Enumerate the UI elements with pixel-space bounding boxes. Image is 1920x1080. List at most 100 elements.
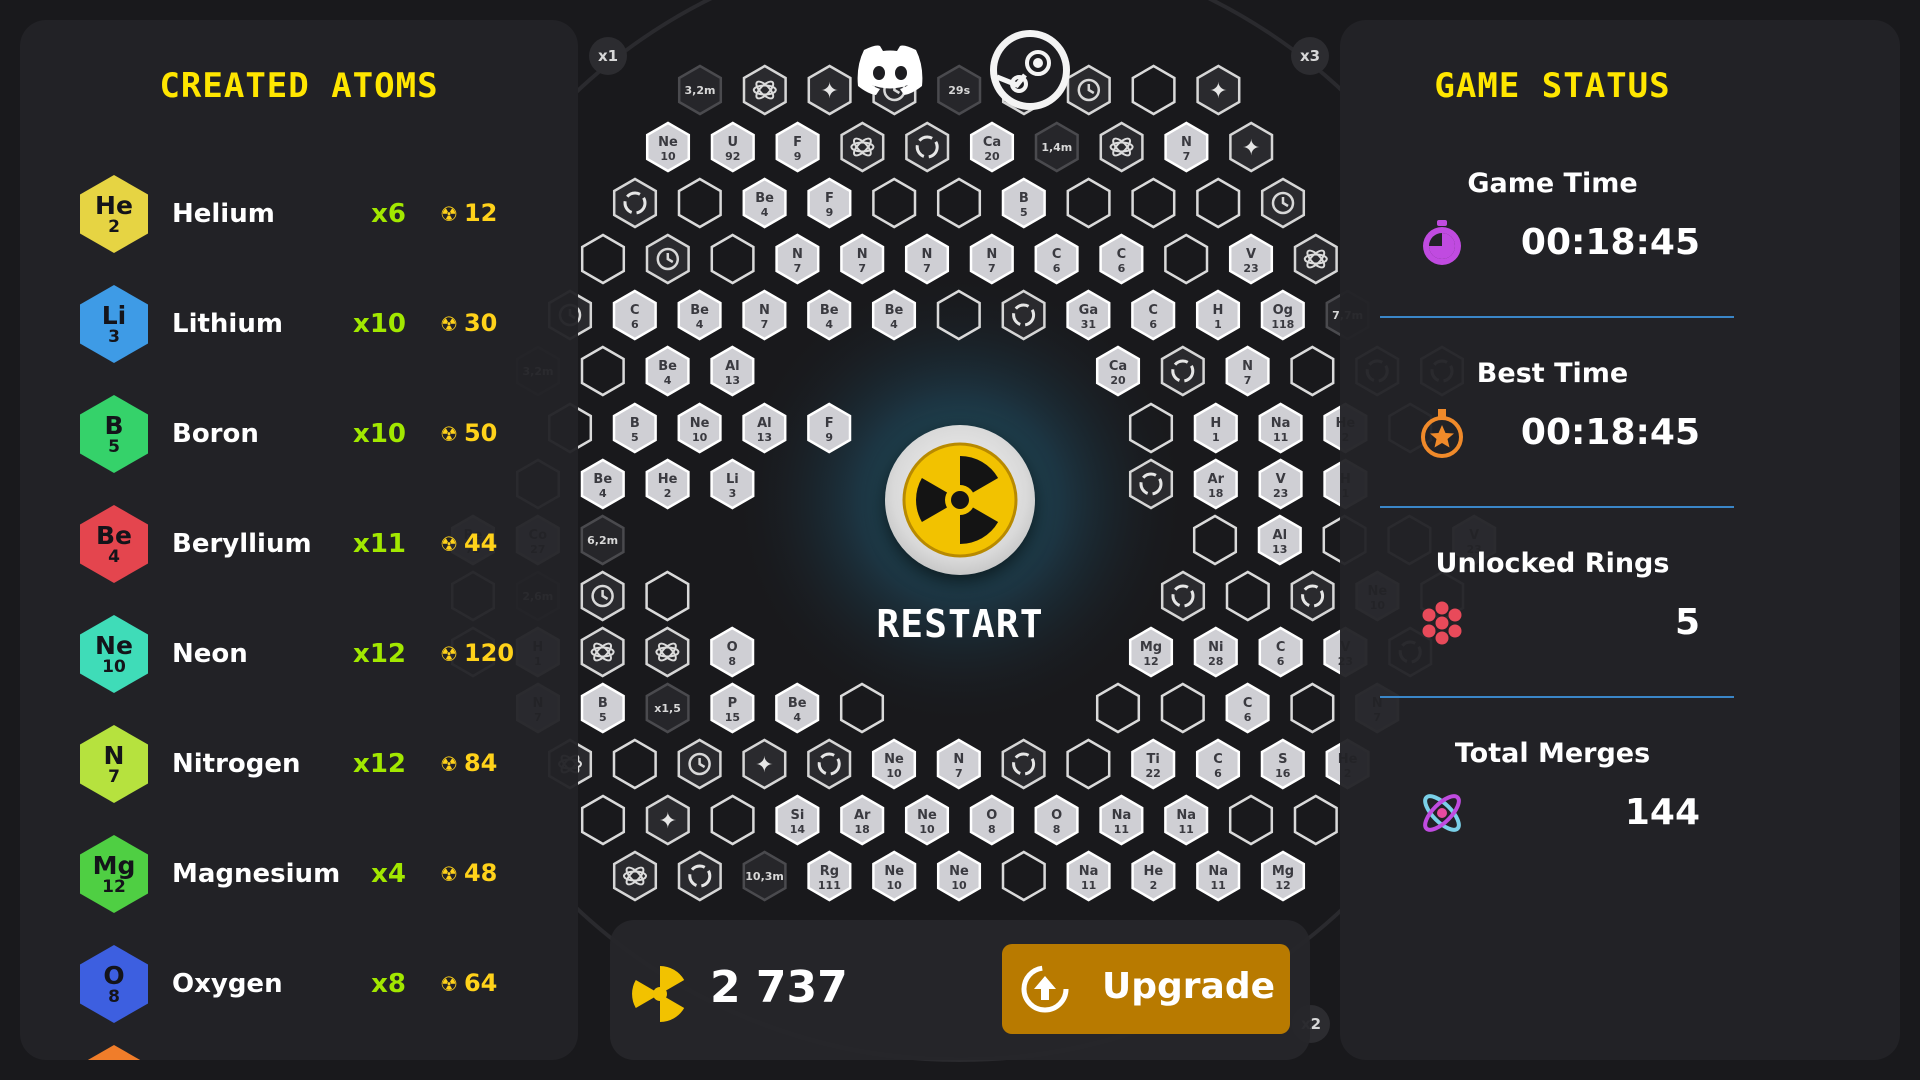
- atom-cell[interactable]: N7: [775, 233, 820, 285]
- atom-cell[interactable]: Rg111: [807, 850, 852, 902]
- atom-cell[interactable]: Ga31: [1066, 289, 1111, 341]
- atom-cell[interactable]: Na11: [1066, 850, 1111, 902]
- empty-cell[interactable]: [1164, 233, 1209, 285]
- atom-cell[interactable]: B5: [612, 402, 657, 454]
- timer-cell[interactable]: 1,4m: [1034, 121, 1079, 173]
- empty-cell[interactable]: [710, 233, 755, 285]
- empty-cell[interactable]: [1228, 794, 1274, 846]
- atom-cell[interactable]: P15: [710, 682, 755, 734]
- atom-cell[interactable]: Og118: [1260, 289, 1305, 341]
- atom-cell[interactable]: Ne10: [936, 850, 982, 902]
- atom-cell[interactable]: Li3: [710, 458, 755, 510]
- atom-cell[interactable]: Be4: [677, 289, 722, 341]
- timer-cell[interactable]: 10,3m: [742, 850, 787, 902]
- atom-cell[interactable]: H1: [1195, 289, 1241, 341]
- icon-cell[interactable]: ✦: [1196, 64, 1241, 116]
- atom-cell[interactable]: C6: [1195, 738, 1241, 790]
- empty-cell[interactable]: [1001, 850, 1046, 902]
- atom-cell[interactable]: H1: [1193, 402, 1238, 454]
- icon-cell[interactable]: ✦: [1229, 121, 1274, 173]
- atom-cell[interactable]: B5: [580, 682, 625, 734]
- atom-cell[interactable]: Ne10: [871, 738, 917, 790]
- atom-cell[interactable]: He2: [645, 458, 690, 510]
- icon-cell[interactable]: [1160, 570, 1206, 622]
- icon-cell[interactable]: [645, 626, 690, 678]
- icon-cell[interactable]: [677, 738, 722, 790]
- icon-cell[interactable]: [1066, 64, 1111, 116]
- icon-cell[interactable]: [1128, 458, 1174, 510]
- atom-cell[interactable]: Na11: [1196, 850, 1241, 902]
- icon-cell[interactable]: [612, 177, 658, 229]
- discord-button[interactable]: [850, 30, 930, 110]
- atom-cell[interactable]: F9: [807, 177, 852, 229]
- icon-cell[interactable]: [612, 850, 658, 902]
- atom-cell[interactable]: Ca20: [969, 121, 1015, 173]
- atom-cell[interactable]: U92: [710, 121, 755, 173]
- empty-cell[interactable]: [710, 794, 755, 846]
- icon-cell[interactable]: ✦: [645, 794, 690, 846]
- atom-cell[interactable]: Be4: [580, 458, 625, 510]
- atom-cell[interactable]: Al13: [710, 345, 755, 397]
- empty-cell[interactable]: [580, 233, 626, 285]
- empty-cell[interactable]: [612, 738, 657, 790]
- empty-cell[interactable]: [1192, 514, 1238, 566]
- empty-cell[interactable]: [1293, 794, 1338, 846]
- atom-cell[interactable]: Ar18: [840, 794, 885, 846]
- atom-cell[interactable]: Na11: [1258, 402, 1303, 454]
- atom-cell[interactable]: Ne10: [677, 402, 722, 454]
- atom-cell[interactable]: C6: [1131, 289, 1176, 341]
- atom-cell[interactable]: C6: [1099, 233, 1144, 285]
- atom-cell[interactable]: Be4: [775, 682, 820, 734]
- atom-cell[interactable]: Be4: [742, 177, 787, 229]
- empty-cell[interactable]: [580, 345, 625, 397]
- atom-cell[interactable]: V23: [1258, 458, 1303, 510]
- icon-cell[interactable]: ✦: [807, 64, 852, 116]
- atom-cell[interactable]: Be4: [645, 345, 690, 397]
- restart-label[interactable]: RESTART: [810, 602, 1110, 646]
- atom-cell[interactable]: Ni28: [1193, 626, 1238, 678]
- atom-cell[interactable]: N7: [969, 233, 1014, 285]
- atom-cell[interactable]: N7: [1164, 121, 1209, 173]
- atom-cell[interactable]: Na11: [1099, 794, 1144, 846]
- icon-cell[interactable]: [840, 121, 885, 173]
- empty-cell[interactable]: [1225, 570, 1270, 622]
- atom-cell[interactable]: B5: [1001, 177, 1046, 229]
- empty-cell[interactable]: [1095, 682, 1141, 734]
- atom-cell[interactable]: Al13: [1257, 514, 1302, 566]
- empty-cell[interactable]: [1160, 682, 1205, 734]
- atom-cell[interactable]: Si14: [775, 794, 820, 846]
- icon-cell[interactable]: [580, 570, 625, 622]
- atom-cell[interactable]: Ar18: [1193, 458, 1238, 510]
- restart-button[interactable]: [885, 425, 1035, 575]
- atom-cell[interactable]: Na11: [1164, 794, 1209, 846]
- icon-cell[interactable]: [1001, 738, 1046, 790]
- empty-cell[interactable]: [1131, 64, 1176, 116]
- empty-cell[interactable]: [677, 177, 722, 229]
- icon-cell[interactable]: [742, 64, 787, 116]
- atom-cell[interactable]: C6: [612, 289, 657, 341]
- atom-cell[interactable]: N7: [904, 233, 950, 285]
- atom-cell[interactable]: V23: [1228, 233, 1274, 285]
- timer-cell[interactable]: 29s: [937, 64, 982, 116]
- empty-cell[interactable]: [872, 177, 917, 229]
- empty-cell[interactable]: [1066, 738, 1111, 790]
- atom-cell[interactable]: C6: [1225, 682, 1270, 734]
- atom-cell[interactable]: F9: [775, 121, 820, 173]
- empty-cell[interactable]: [645, 570, 690, 622]
- atom-cell[interactable]: Mg12: [1260, 850, 1306, 902]
- icon-cell[interactable]: [1293, 233, 1338, 285]
- atom-cell[interactable]: Al13: [742, 402, 787, 454]
- steam-button[interactable]: [990, 30, 1070, 110]
- icon-cell[interactable]: [1099, 121, 1144, 173]
- atom-cell[interactable]: O8: [710, 626, 755, 678]
- atom-cell[interactable]: Be4: [807, 289, 852, 341]
- icon-cell[interactable]: [1260, 177, 1306, 229]
- icon-cell[interactable]: [677, 850, 722, 902]
- empty-cell[interactable]: [1131, 177, 1176, 229]
- atom-cell[interactable]: C6: [1258, 626, 1303, 678]
- atom-cell[interactable]: O8: [969, 794, 1014, 846]
- atom-cell[interactable]: Ti22: [1131, 738, 1176, 790]
- empty-cell[interactable]: [1066, 177, 1111, 229]
- atom-cell[interactable]: Ne10: [872, 850, 917, 902]
- atom-cell[interactable]: F9: [807, 402, 852, 454]
